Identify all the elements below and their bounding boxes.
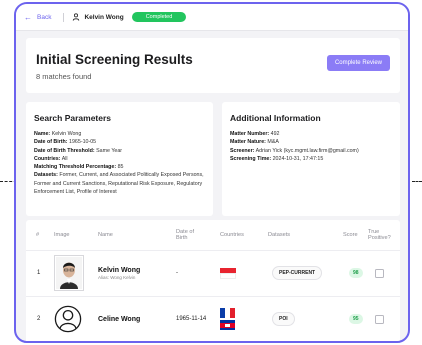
param-dob-threshold: Date of Birth Threshold: Same Year (34, 147, 123, 154)
true-positive-cell (375, 297, 384, 341)
match-alias: Alias: Wong Kelvin (98, 274, 136, 280)
divider (63, 12, 65, 22)
additional-information-heading: Additional Information (230, 113, 321, 123)
score-badge: 95 (349, 314, 363, 324)
person-photo-icon (56, 257, 82, 289)
connector-line-right (412, 181, 422, 182)
table-header: # Image Name Date of Birth Countries Dat… (26, 220, 400, 250)
additional-information-card: Additional Information Matter Number: 49… (222, 102, 400, 216)
dob-cell: 1965-11-14 (176, 316, 207, 322)
score-cell: 95 (349, 297, 363, 341)
app-window: ← Back Kelvin Wong Completed Initial Scr… (14, 2, 410, 343)
search-parameters-list: Name: Kelvin Wong Date of Birth: 1965-10… (34, 130, 207, 196)
table-row[interactable]: 1 Kelvin Wong Alias: Wong Kelvin - PEP-C… (26, 250, 400, 295)
top-bar: ← Back Kelvin Wong Completed (16, 4, 408, 31)
col-name: Name (98, 231, 113, 238)
page-title: Initial Screening Results (36, 52, 193, 67)
col-index: # (36, 231, 40, 238)
user-icon (73, 13, 80, 21)
france-flag-icon (220, 308, 235, 318)
dataset-cell: POI (272, 297, 295, 341)
search-parameters-card: Search Parameters Name: Kelvin Wong Date… (26, 102, 213, 216)
match-name: Kelvin Wong (98, 266, 141, 274)
score-cell: 98 (349, 251, 363, 295)
results-header: Initial Screening Results 8 matches foun… (26, 38, 400, 93)
additional-information-list: Matter Number: 492 Matter Nature: M&A Sc… (230, 130, 394, 163)
countries-cell (220, 251, 236, 295)
countries-cell (220, 297, 235, 341)
param-matching-threshold: Matching Threshold Percentage: 85 (34, 164, 124, 171)
true-positive-checkbox[interactable] (375, 314, 384, 324)
dob-cell: - (176, 270, 178, 276)
name-cell: Celine Wong (98, 297, 140, 341)
info-matter-nature: Matter Nature: M&A (230, 139, 279, 146)
back-link[interactable]: ← Back (24, 13, 51, 22)
person-photo (54, 255, 84, 291)
col-countries: Countries (220, 231, 244, 238)
score-badge: 98 (349, 268, 363, 278)
row-index: 2 (37, 316, 41, 322)
back-label: Back (37, 13, 52, 21)
status-badge: Completed (131, 12, 187, 22)
user-info: Kelvin Wong (72, 13, 124, 21)
user-name: Kelvin Wong (84, 13, 124, 21)
param-dob: Date of Birth: 1965-10-05 (34, 139, 97, 146)
image-cell (54, 251, 84, 295)
cambodia-flag-icon (220, 320, 235, 330)
true-positive-checkbox[interactable] (375, 268, 384, 278)
row-index: 1 (37, 270, 41, 276)
arrow-left-icon: ← (24, 12, 32, 22)
col-image: Image (54, 231, 70, 238)
param-countries: Countries: All (34, 155, 68, 162)
complete-review-button[interactable]: Complete Review (326, 55, 390, 71)
matches-count: 8 matches found (36, 72, 92, 81)
true-positive-cell (375, 251, 384, 295)
info-screener: Screener: Adrian Yick (kyc.mgmt.law.firm… (230, 147, 359, 154)
image-cell (54, 297, 82, 341)
param-datasets: Datasets: Former, Current, and Associate… (34, 172, 204, 196)
singapore-flag-icon (220, 267, 236, 279)
name-cell: Kelvin Wong Alias: Wong Kelvin (98, 251, 140, 295)
dataset-badge: PEP-CURRENT (272, 266, 323, 280)
param-name: Name: Kelvin Wong (34, 131, 82, 137)
results-table: # Image Name Date of Birth Countries Dat… (26, 220, 400, 341)
search-parameters-heading: Search Parameters (34, 113, 112, 123)
col-true-positive: True Positive? (368, 228, 391, 242)
dataset-cell: PEP-CURRENT (272, 251, 323, 295)
info-matter-number: Matter Number: 492 (230, 131, 280, 137)
col-score: Score (343, 231, 358, 238)
col-datasets: Datasets (268, 231, 291, 238)
info-screening-time: Screening Time: 2024-10-31, 17:47:15 (230, 155, 324, 162)
table-row[interactable]: 2 Celine Wong 1965-11-14 POI 95 (26, 296, 400, 341)
user-placeholder-icon (54, 305, 82, 333)
dataset-badge: POI (272, 312, 295, 326)
col-dob: Date of Birth (176, 228, 195, 242)
match-name: Celine Wong (98, 315, 141, 323)
person-placeholder (54, 302, 82, 336)
